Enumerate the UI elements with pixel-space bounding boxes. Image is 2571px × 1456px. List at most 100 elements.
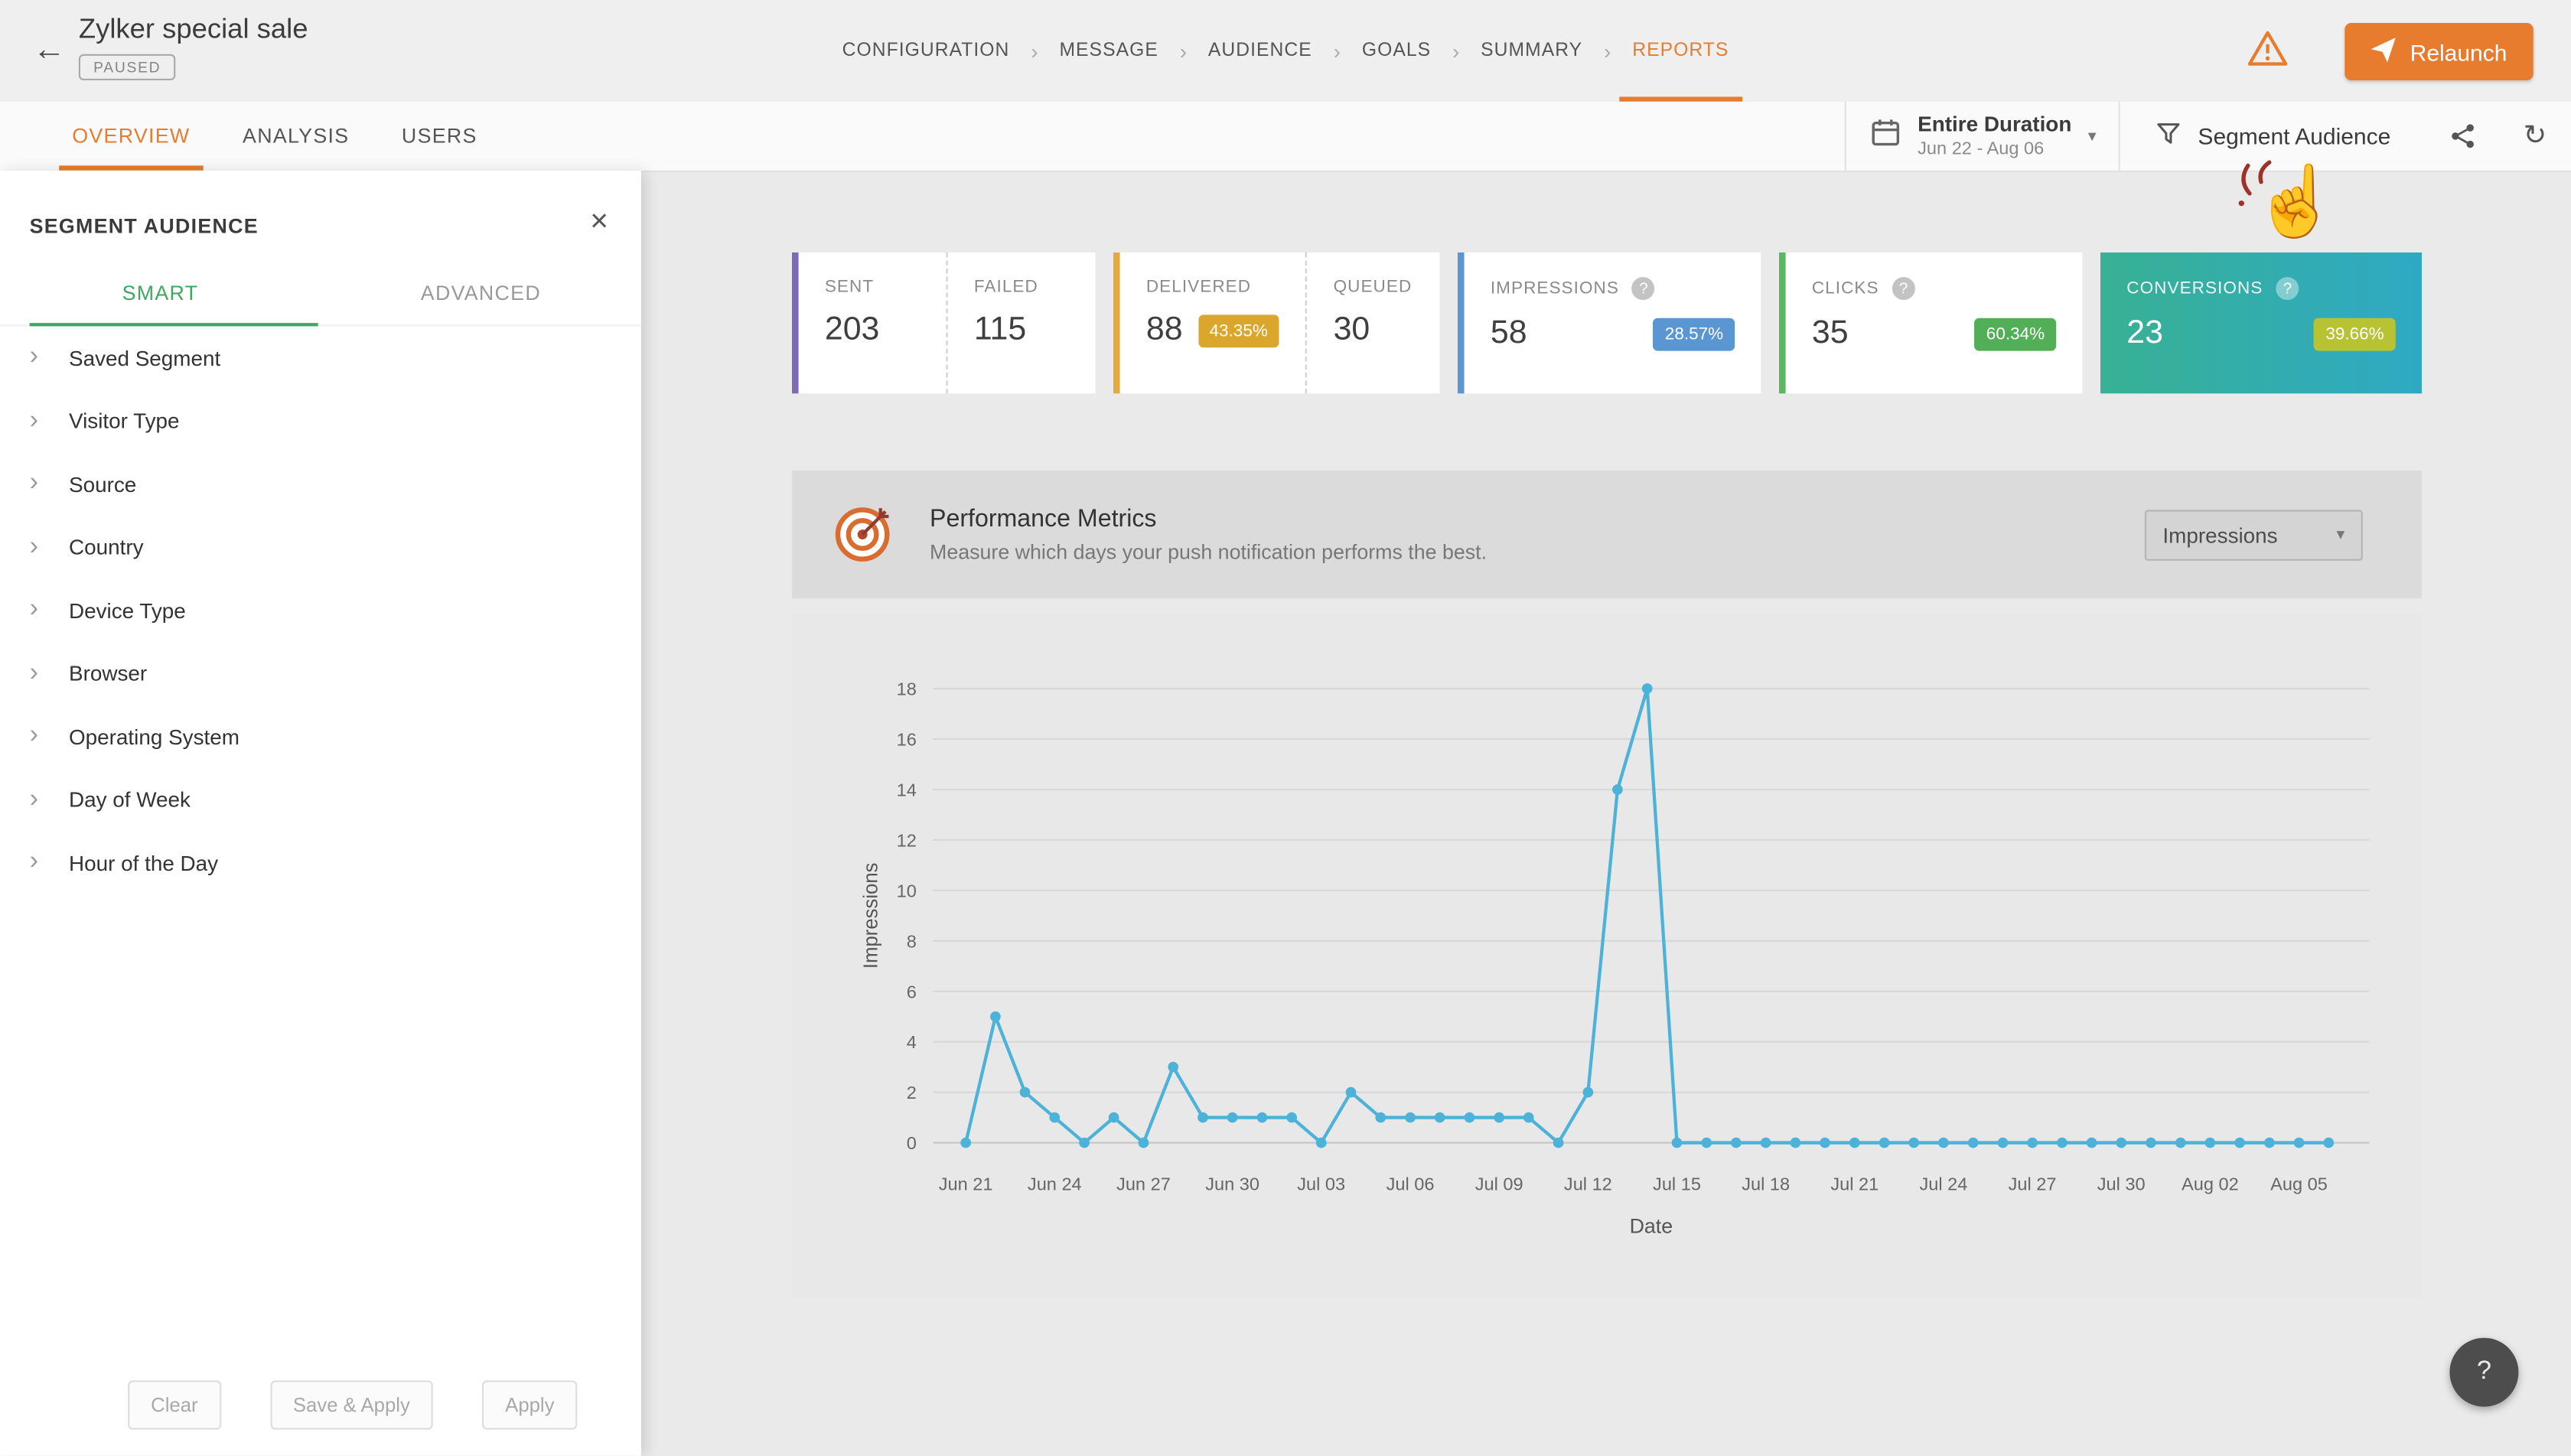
help-icon[interactable]: ? [1892,277,1915,300]
panel-tab-advanced[interactable]: ADVANCED [321,275,641,324]
chevron-right-icon: › [30,598,69,624]
svg-text:Jul 09: Jul 09 [1475,1174,1523,1194]
main-tabs: OVERVIEWANALYSISUSERS [46,102,503,171]
stat-label: IMPRESSIONS [1491,278,1619,298]
svg-text:6: 6 [907,982,917,1002]
help-icon[interactable]: ? [1632,277,1655,300]
save-apply-button[interactable]: Save & Apply [270,1380,433,1429]
back-arrow-icon[interactable]: ← [33,32,66,70]
list-item-day-of-week[interactable]: ›Day of Week [0,768,641,832]
svg-text:12: 12 [897,830,917,850]
svg-text:Jul 18: Jul 18 [1742,1174,1790,1194]
stat-badge: 39.66% [2314,318,2395,350]
stat-label: SENT [825,277,874,297]
breadcrumb-item-audience[interactable]: AUDIENCE [1208,0,1312,102]
chevron-right-icon: › [30,660,69,686]
svg-text:Jul 27: Jul 27 [2009,1174,2057,1194]
page-title: Zylker special sale [79,13,308,46]
stat-label: CONVERSIONS [2126,278,2263,298]
svg-text:0: 0 [907,1133,917,1153]
breadcrumb-separator: › [1604,38,1611,63]
svg-text:Jul 30: Jul 30 [2097,1174,2146,1194]
tab-analysis[interactable]: ANALYSIS [217,102,376,171]
share-icon[interactable] [2426,102,2498,171]
duration-selector[interactable]: Entire Duration Jun 22 - Aug 06 ▾ [1844,102,2120,171]
list-item-label: Day of Week [69,787,191,812]
list-item-label: Saved Segment [69,346,220,370]
relaunch-button[interactable]: Relaunch [2345,23,2534,80]
svg-text:14: 14 [897,780,917,800]
breadcrumb-item-message[interactable]: MESSAGE [1059,0,1158,102]
list-item-hour-of-the-day[interactable]: ›Hour of the Day [0,831,641,894]
svg-text:Date: Date [1630,1214,1673,1237]
list-item-visitor-type[interactable]: ›Visitor Type [0,389,641,452]
panel-tabs: SMARTADVANCED [0,275,641,326]
svg-text:18: 18 [897,679,917,699]
svg-text:Aug 05: Aug 05 [2270,1174,2328,1194]
svg-text:16: 16 [897,730,917,750]
list-item-country[interactable]: ›Country [0,516,641,579]
status-badge: PAUSED [79,54,176,80]
metric-select-value: Impressions [2162,523,2277,547]
chevron-down-icon: ▾ [2337,526,2345,544]
list-item-device-type[interactable]: ›Device Type [0,578,641,642]
stats-row: SENT203FAILED115DELIVERED8843.35%QUEUED3… [792,252,2422,393]
metrics-subtitle: Measure which days your push notificatio… [930,541,1487,564]
svg-text:Jun 24: Jun 24 [1028,1174,1082,1194]
list-item-label: Source [69,472,136,497]
stat-label: CLICKS [1812,278,1879,298]
list-item-label: Device Type [69,598,186,623]
stat-value: 88 [1146,311,1183,349]
list-item-label: Hour of the Day [69,851,218,875]
stat-badge: 43.35% [1198,314,1279,347]
segment-audience-button[interactable]: Segment Audience [2120,102,2427,171]
chevron-right-icon: › [30,787,69,813]
list-item-source[interactable]: ›Source [0,452,641,516]
tab-overview[interactable]: OVERVIEW [46,102,217,171]
list-item-label: Operating System [69,725,240,749]
chevron-right-icon: › [30,345,69,371]
breadcrumb-item-reports[interactable]: REPORTS [1632,0,1729,102]
svg-text:8: 8 [907,931,917,951]
breadcrumb-item-configuration[interactable]: CONFIGURATION [842,0,1010,102]
stat-value: 35 [1812,314,1849,352]
stat-label: FAILED [974,277,1038,297]
stat-badge: 60.34% [1975,318,2056,350]
panel-tab-smart[interactable]: SMART [0,275,321,324]
breadcrumb-item-summary[interactable]: SUMMARY [1481,0,1582,102]
refresh-icon[interactable]: ↻ [2499,102,2571,171]
stat-card: CONVERSIONS?2339.66% [2100,252,2422,393]
chevron-right-icon: › [30,724,69,750]
svg-text:Jul 12: Jul 12 [1564,1174,1612,1194]
warning-icon[interactable] [2247,30,2289,77]
filter-funnel-icon [2157,122,2182,151]
tab-users[interactable]: USERS [376,102,503,171]
apply-button[interactable]: Apply [482,1380,577,1429]
list-item-browser[interactable]: ›Browser [0,642,641,705]
toolbar-right: Entire Duration Jun 22 - Aug 06 ▾ Segmen… [1844,102,2571,171]
list-item-saved-segment[interactable]: ›Saved Segment [0,326,641,389]
help-button[interactable]: ? [2449,1338,2518,1407]
svg-text:Jul 03: Jul 03 [1297,1174,1345,1194]
breadcrumb-item-goals[interactable]: GOALS [1362,0,1431,102]
target-icon [831,503,893,565]
duration-range: Jun 22 - Aug 06 [1918,139,2071,161]
calendar-icon [1869,116,1901,157]
chevron-right-icon: › [30,408,69,434]
list-item-label: Visitor Type [69,409,180,433]
list-item-operating-system[interactable]: ›Operating System [0,705,641,768]
svg-text:Jun 30: Jun 30 [1205,1174,1259,1194]
stat-label: QUEUED [1334,277,1413,297]
breadcrumb-separator: › [1452,38,1459,63]
clear-button[interactable]: Clear [128,1380,220,1429]
close-icon[interactable]: × [590,207,608,238]
stat-badge: 28.57% [1654,318,1735,350]
stat-value: 58 [1491,314,1527,352]
panel-actions: Clear Save & Apply Apply [128,1380,577,1429]
metrics-title: Performance Metrics [930,505,1487,533]
stat-value: 203 [825,311,880,349]
help-icon[interactable]: ? [2276,277,2299,300]
stat-card: CLICKS? 35 60.34% [1779,252,2082,393]
metric-select-dropdown[interactable]: Impressions ▾ [2145,509,2363,559]
stat-value: 115 [974,311,1026,349]
